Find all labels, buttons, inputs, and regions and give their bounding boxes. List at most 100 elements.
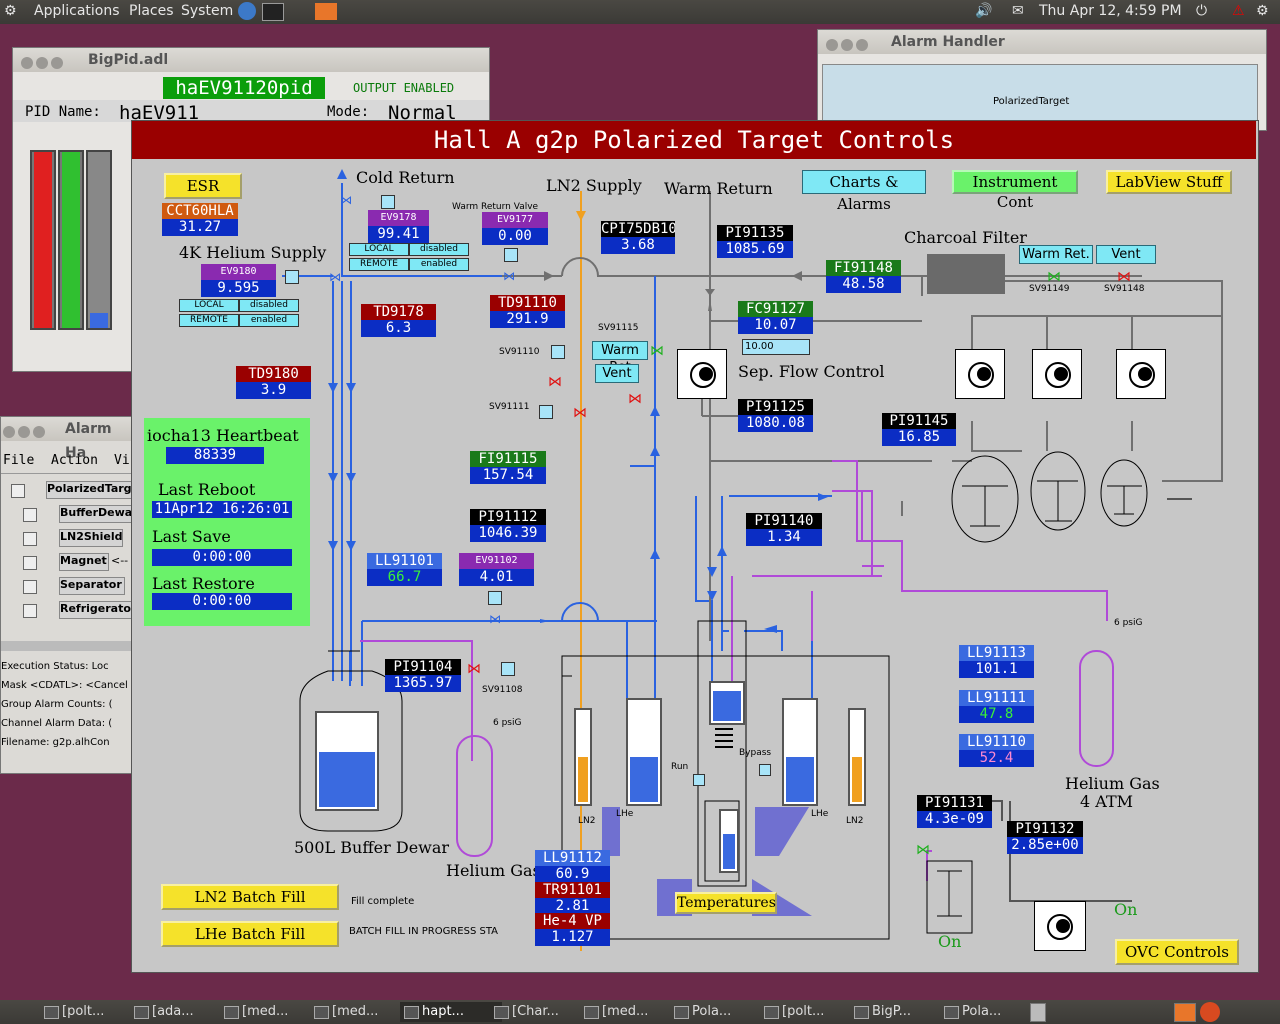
show-desktop[interactable] (0, 1002, 6, 1022)
group-label[interactable]: PolarizedTarget (993, 96, 1069, 107)
pump-ovc[interactable] (1034, 901, 1086, 951)
volume-icon[interactable]: 🔊 (975, 3, 992, 19)
labview-stuff-button[interactable]: LabView Stuff (1106, 170, 1232, 194)
lhe-batch-fill-button[interactable]: LHe Batch Fill (161, 921, 339, 947)
related-display-icon[interactable] (539, 405, 553, 419)
warm-ret-button-2[interactable]: Warm Ret (592, 341, 648, 375)
alarm-small-titlebar[interactable]: Alarm Ha (1, 417, 132, 461)
valve-icon[interactable]: ⋈ (340, 193, 352, 207)
browser-icon[interactable] (238, 2, 256, 20)
pump-3[interactable] (1116, 349, 1166, 399)
sep-flow-label: Sep. Flow Control (738, 362, 885, 381)
ll91111-readout: LL91111 47.8 (959, 690, 1034, 723)
pump-2[interactable] (1032, 349, 1082, 399)
bypass-button[interactable] (759, 764, 771, 776)
trash-icon[interactable] (1030, 1003, 1046, 1022)
ovc-controls-button[interactable]: OVC Controls (1115, 939, 1239, 965)
related-display-icon[interactable] (488, 591, 502, 605)
tree-checkbox[interactable] (23, 532, 37, 546)
valve-icon[interactable]: ⋈ (329, 270, 341, 284)
task-item[interactable]: Pola... (940, 1002, 1042, 1022)
ev9180-remote[interactable]: REMOTE (179, 314, 239, 327)
menu-action[interactable]: Action (51, 453, 98, 468)
ev9180-local[interactable]: LOCAL (179, 299, 239, 312)
system-menu[interactable]: System (181, 3, 233, 19)
bigpid-titlebar[interactable]: BigPid.adl (13, 48, 489, 72)
instrument-cont-button[interactable]: Instrument Cont (952, 170, 1078, 211)
places-menu[interactable]: Places (129, 3, 174, 19)
tree-checkbox[interactable] (23, 580, 37, 594)
valve-icon[interactable]: ⋈ (489, 612, 501, 626)
valve-sv91148-icon[interactable]: ⋈ (1117, 269, 1131, 285)
task-item[interactable]: [Char... (490, 1002, 592, 1022)
last-restore-label: Last Restore (152, 574, 255, 593)
session-icon[interactable]: ⚙ (1256, 3, 1269, 19)
tree-item[interactable]: Magnet (59, 553, 109, 571)
tree-item[interactable]: PolarizedTarg (46, 481, 134, 499)
menu-file[interactable]: File (3, 453, 34, 468)
task-item[interactable]: [med... (580, 1002, 682, 1022)
task-item[interactable]: [med... (310, 1002, 412, 1022)
ll91110-readout: LL91110 52.4 (959, 734, 1034, 767)
window-controls[interactable] (3, 422, 48, 446)
folder-icon[interactable] (315, 3, 337, 20)
related-display-icon[interactable] (285, 270, 299, 284)
pump-sep[interactable] (677, 349, 727, 399)
valve-sv91115-icon[interactable]: ⋈ (650, 343, 664, 359)
tree-item[interactable]: Refrigerator (59, 601, 136, 619)
ln2-batch-fill-button[interactable]: LN2 Batch Fill (161, 884, 339, 910)
tree-item[interactable]: LN2Shield (59, 529, 123, 547)
alarm-handler-titlebar[interactable]: Alarm Handler (818, 30, 1266, 54)
task-item[interactable]: [med... (220, 1002, 322, 1022)
cpi75db10-readout: CPI75DB10 3.68 (601, 221, 675, 254)
clock[interactable]: Thu Apr 12, 4:59 PM (1039, 3, 1182, 19)
valve-icon[interactable]: ⋈ (628, 391, 642, 407)
warm-ret-button[interactable]: Warm Ret. (1019, 245, 1093, 264)
fc91127-setpoint-input[interactable]: 10.00 (742, 339, 810, 355)
tree-item[interactable]: Separator (59, 577, 125, 595)
tree-item[interactable]: BufferDewa (59, 505, 134, 523)
ev9178-remote[interactable]: REMOTE (349, 258, 409, 271)
valve-sv91110-icon[interactable]: ⋈ (548, 374, 562, 390)
firefox-icon[interactable] (1200, 1002, 1220, 1022)
task-item[interactable]: BigP... (850, 1002, 952, 1022)
esr-button[interactable]: ESR (164, 173, 242, 199)
pump-1[interactable] (955, 349, 1005, 399)
related-display-icon[interactable] (501, 662, 515, 676)
related-display-icon[interactable] (504, 248, 518, 262)
tree-checkbox[interactable] (23, 604, 37, 618)
power-icon[interactable]: ⏻ (1196, 3, 1207, 19)
valve-sv91149-icon[interactable]: ⋈ (1047, 269, 1061, 285)
warning-icon[interactable]: ⚠ (1232, 3, 1245, 19)
tree-checkbox[interactable] (23, 508, 37, 522)
terminal-icon[interactable] (262, 3, 284, 21)
task-item[interactable]: [ada... (130, 1002, 232, 1022)
ubuntu-logo-icon[interactable]: ⚙ (4, 3, 17, 19)
menu-view[interactable]: Vi (114, 453, 130, 468)
valve-sv91108-icon[interactable]: ⋈ (467, 661, 481, 677)
charts-alarms-button[interactable]: Charts & Alarms (802, 170, 926, 213)
related-display-icon[interactable] (551, 345, 565, 359)
task-item[interactable]: [polt... (760, 1002, 862, 1022)
pv-value: 0.00 (482, 228, 548, 245)
window-controls[interactable] (826, 35, 871, 59)
applications-menu[interactable]: Applications (34, 3, 120, 19)
task-item[interactable]: [polt... (40, 1002, 142, 1022)
fi91148-readout: FI91148 48.58 (826, 260, 901, 293)
related-display-icon[interactable] (381, 195, 395, 209)
tree-checkbox[interactable] (23, 556, 37, 570)
valve-sv91111-icon[interactable]: ⋈ (573, 405, 587, 421)
task-item-active[interactable]: hapt... (400, 1002, 502, 1022)
vent-button[interactable]: Vent (1096, 245, 1156, 264)
valve-icon[interactable]: ⋈ (503, 269, 515, 283)
workspace-icon[interactable] (1174, 1003, 1196, 1022)
tree-checkbox[interactable] (11, 484, 25, 498)
mail-icon[interactable]: ✉ (1012, 3, 1024, 19)
temperatures-button[interactable]: Temperatures (675, 892, 777, 914)
ev9178-local[interactable]: LOCAL (349, 243, 409, 256)
vent-button-2[interactable]: Vent (595, 364, 639, 383)
run-button[interactable] (693, 774, 705, 786)
task-item[interactable]: Pola... (670, 1002, 772, 1022)
window-controls[interactable] (21, 53, 66, 77)
valve-icon[interactable]: ⋈ (916, 842, 930, 858)
